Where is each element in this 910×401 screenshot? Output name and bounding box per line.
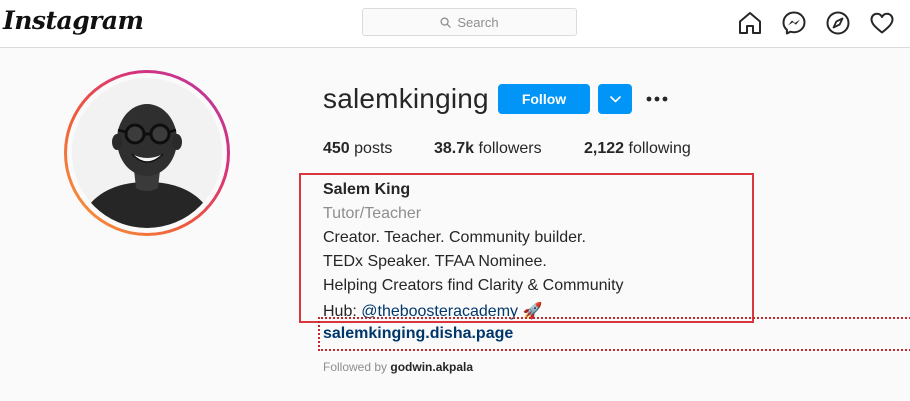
activity-heart-icon[interactable] <box>869 10 895 36</box>
top-navbar: Instagram Search <box>0 0 910 48</box>
search-input[interactable]: Search <box>362 8 577 36</box>
followed-by-prefix: Followed by <box>323 360 391 374</box>
link-highlight-dotted-box <box>318 317 910 351</box>
followers-label: followers <box>478 140 542 157</box>
posts-label: posts <box>354 140 393 157</box>
followed-by-user: godwin.akpala <box>390 360 474 374</box>
posts-stat: 450 posts <box>323 140 392 158</box>
messenger-icon[interactable] <box>781 10 807 36</box>
profile-username: salemkinging <box>323 83 489 114</box>
follow-button[interactable]: Follow <box>498 84 590 114</box>
following-stat[interactable]: 2,122 following <box>584 140 691 158</box>
suggested-accounts-dropdown-button[interactable] <box>598 84 632 114</box>
search-icon <box>440 16 452 28</box>
instagram-logo[interactable]: Instagram <box>3 6 144 35</box>
bio-highlight-box <box>299 173 754 323</box>
home-icon[interactable] <box>737 10 763 36</box>
avatar-portrait <box>72 78 222 228</box>
posts-count: 450 <box>323 140 350 157</box>
following-label: following <box>628 140 691 157</box>
followers-stat[interactable]: 38.7k followers <box>434 140 542 158</box>
profile-avatar <box>72 78 222 228</box>
more-dots-icon <box>646 96 668 102</box>
explore-icon[interactable] <box>825 10 851 36</box>
following-count: 2,122 <box>584 140 625 157</box>
profile-avatar-story-ring[interactable] <box>64 70 230 236</box>
chevron-down-icon <box>609 95 621 102</box>
search-placeholder: Search <box>457 14 499 30</box>
followed-by-text[interactable]: Followed by godwin.akpala <box>323 360 473 374</box>
followers-count: 38.7k <box>434 140 475 157</box>
more-options-button[interactable] <box>644 88 670 110</box>
